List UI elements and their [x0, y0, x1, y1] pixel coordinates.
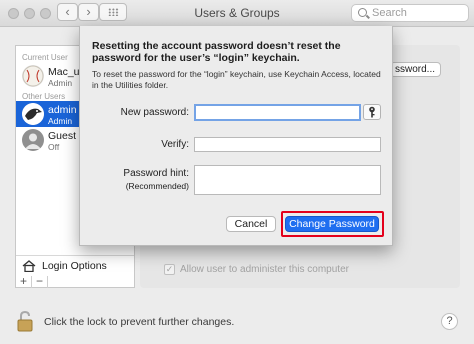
- other-users-section-label: Other Users: [22, 92, 66, 101]
- current-user-section-label: Current User: [22, 53, 68, 62]
- login-options-label: Login Options: [42, 260, 107, 272]
- cancel-button[interactable]: Cancel: [226, 216, 276, 232]
- user-role: Admin: [48, 116, 73, 126]
- password-hint-field[interactable]: [194, 165, 381, 195]
- add-user-button[interactable]: +: [16, 275, 32, 288]
- eagle-avatar-icon: [22, 103, 44, 125]
- guest-avatar-icon: [22, 129, 44, 151]
- search-placeholder: Search: [372, 7, 407, 19]
- baseball-avatar-icon: [22, 65, 44, 87]
- user-role: Admin: [48, 78, 73, 88]
- help-button[interactable]: ?: [441, 313, 458, 330]
- password-hint-label: Password hint:: [123, 168, 189, 179]
- new-password-label: New password:: [120, 107, 189, 118]
- change-password-background-button[interactable]: ssword...: [390, 62, 441, 77]
- title-bar: ‹ › Users & Groups Search: [0, 0, 474, 27]
- lock-instruction-text: Click the lock to prevent further change…: [44, 316, 235, 328]
- password-assistant-button[interactable]: [363, 104, 381, 120]
- remove-user-button[interactable]: −: [32, 275, 48, 288]
- verify-field[interactable]: [194, 137, 381, 152]
- sheet-heading: Resetting the account password doesn’t r…: [92, 40, 341, 64]
- login-options-item[interactable]: Login Options: [16, 255, 134, 276]
- new-password-field[interactable]: [194, 104, 361, 121]
- user-role: Off: [48, 142, 60, 152]
- allow-admin-checkbox[interactable]: ✓: [164, 264, 175, 275]
- house-icon: [22, 260, 36, 272]
- search-icon: [358, 8, 367, 17]
- lock-icon[interactable]: [17, 310, 33, 332]
- user-name: admin: [48, 104, 77, 116]
- allow-admin-label: Allow user to administer this computer: [180, 264, 349, 275]
- sheet-description: To reset the password for the “login” ke…: [92, 69, 381, 90]
- search-field[interactable]: Search: [351, 4, 469, 22]
- change-password-button[interactable]: Change Password: [285, 216, 379, 232]
- password-hint-sublabel: (Recommended): [125, 181, 189, 191]
- verify-label: Verify:: [161, 139, 189, 150]
- key-icon: [369, 106, 375, 118]
